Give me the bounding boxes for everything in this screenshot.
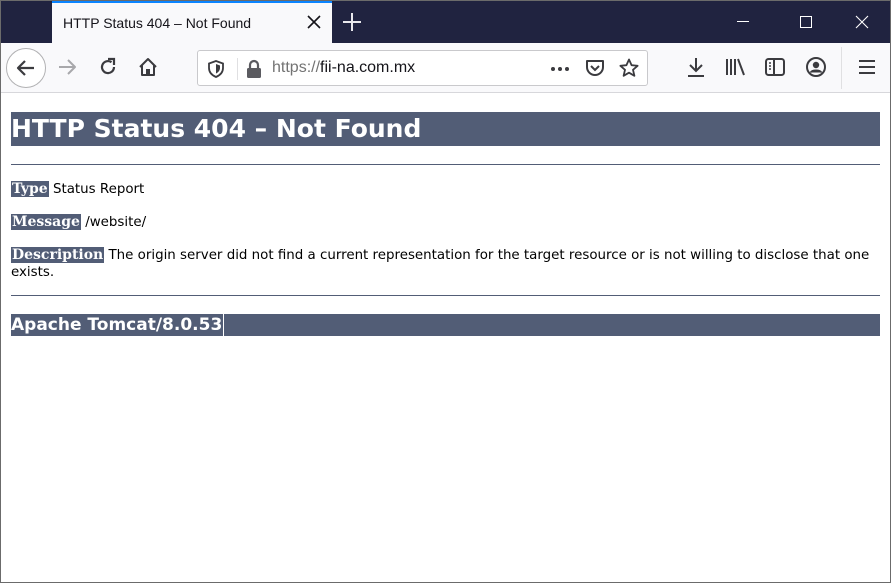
- server-footer: Apache Tomcat/8.0.53: [11, 314, 880, 336]
- page-content: HTTP Status 404 – Not Found Type Status …: [1, 94, 890, 582]
- message-label: Message: [11, 214, 81, 230]
- account-icon[interactable]: [804, 55, 828, 79]
- urlbar-separator: [237, 58, 238, 80]
- downloads-icon[interactable]: [684, 55, 708, 79]
- arrow-left-icon: [16, 60, 34, 76]
- page-actions-more-horizontal-icon[interactable]: [548, 59, 574, 79]
- url-scheme: https://: [272, 59, 321, 76]
- toolbar-separator: [841, 47, 842, 89]
- back-button[interactable]: [6, 48, 46, 88]
- url-host: fii-na.com.mx: [320, 59, 416, 76]
- lock-icon[interactable]: [244, 58, 264, 80]
- reload-button[interactable]: [92, 51, 124, 83]
- home-button[interactable]: [132, 51, 164, 83]
- minimize-icon[interactable]: [728, 9, 758, 35]
- description-label: Description: [11, 247, 105, 263]
- type-row: Type Status Report: [11, 181, 880, 198]
- window-close-icon[interactable]: [847, 9, 877, 35]
- tab-active[interactable]: HTTP Status 404 – Not Found: [52, 1, 332, 43]
- library-icon[interactable]: [723, 55, 747, 79]
- new-tab-plus-icon[interactable]: [340, 10, 364, 34]
- tab-close-icon[interactable]: [304, 12, 324, 32]
- pocket-icon[interactable]: [584, 57, 606, 79]
- message-row: Message /website/: [11, 214, 880, 231]
- url-text[interactable]: https://fii-na.com.mx: [272, 59, 415, 77]
- forward-button[interactable]: [51, 51, 83, 83]
- sidebar-icon[interactable]: [763, 55, 787, 79]
- address-bar[interactable]: https://fii-na.com.mx: [197, 50, 648, 86]
- description-row: Description The origin server did not fi…: [11, 247, 880, 281]
- bookmark-star-icon[interactable]: [618, 57, 640, 79]
- home-icon: [139, 58, 157, 76]
- arrow-right-icon: [59, 59, 76, 75]
- message-value: /website/: [80, 215, 147, 230]
- type-label: Type: [11, 181, 49, 197]
- reload-icon: [100, 57, 116, 75]
- server-version: Apache Tomcat/8.0.53: [11, 314, 225, 336]
- type-value: Status Report: [48, 182, 145, 197]
- tracking-protection-shield-icon[interactable]: [206, 59, 226, 79]
- navigation-toolbar: https://fii-na.com.mx: [1, 43, 890, 93]
- divider: [11, 164, 880, 165]
- hamburger-menu-icon[interactable]: [855, 55, 879, 79]
- page-title: HTTP Status 404 – Not Found: [11, 112, 880, 146]
- tab-title: HTTP Status 404 – Not Found: [63, 15, 252, 31]
- title-bar: HTTP Status 404 – Not Found: [1, 1, 890, 43]
- maximize-icon[interactable]: [791, 9, 821, 35]
- divider: [11, 295, 880, 296]
- description-value: The origin server did not find a current…: [11, 248, 870, 280]
